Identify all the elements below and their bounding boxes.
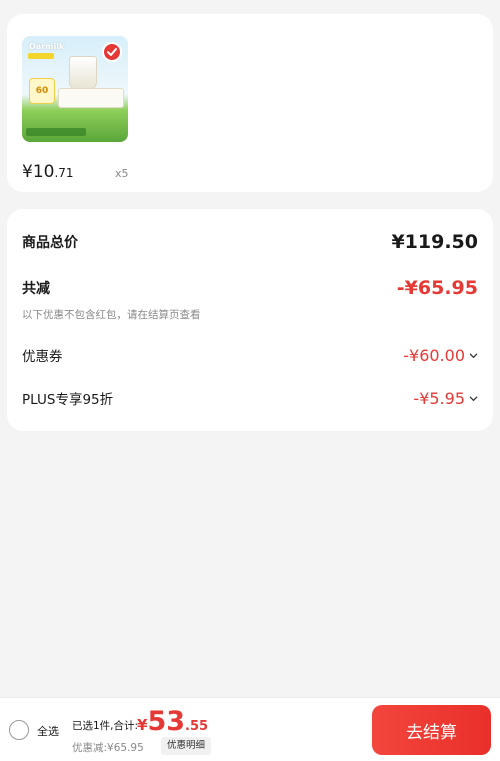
product-image-strip xyxy=(26,128,86,136)
product-image[interactable]: Oarmilk 60 xyxy=(22,36,128,142)
plus-discount-row[interactable]: PLUS专享95折 -¥5.95 xyxy=(22,388,478,408)
product-unit-price: ¥10.71 xyxy=(22,162,74,182)
coupon-value: -¥60.00 xyxy=(403,345,465,365)
chevron-down-icon[interactable] xyxy=(469,351,478,360)
product-card: Oarmilk 60 ¥10.71 x5 xyxy=(7,14,493,192)
checkout-bar: 全选 已选1件,合计: ¥ 53 .55 优惠减:¥65.95 优惠明细 去结算 xyxy=(0,697,500,761)
product-cup-graphic xyxy=(69,56,97,90)
goods-total-value: ¥119.50 xyxy=(391,231,478,253)
plus-discount-label: PLUS专享95折 xyxy=(22,392,114,408)
total-discount-value: -¥65.95 xyxy=(396,277,478,299)
product-box-graphic xyxy=(58,88,124,108)
selected-count-info: 已选1件,合计: xyxy=(72,720,139,732)
price-summary-card: 商品总价 ¥119.50 共减 -¥65.95 以下优惠不包含红包，请在结算页查… xyxy=(7,209,493,431)
checkout-button[interactable]: 去结算 xyxy=(372,705,491,755)
product-price-int: ¥10 xyxy=(22,162,55,182)
total-discount-row: 共减 -¥65.95 xyxy=(22,277,478,299)
total-amount-dec: .55 xyxy=(185,719,209,734)
chevron-down-icon[interactable] xyxy=(469,394,478,403)
plus-discount-value: -¥5.95 xyxy=(413,388,465,408)
product-price-dec: .71 xyxy=(54,166,74,180)
selected-check-icon[interactable] xyxy=(102,42,122,62)
total-amount-int: 53 xyxy=(147,706,186,737)
total-currency-symbol: ¥ xyxy=(137,716,148,734)
coupon-row[interactable]: 优惠券 -¥60.00 xyxy=(22,345,478,365)
total-discount-label: 共减 xyxy=(22,281,50,297)
plus-value-wrap[interactable]: -¥5.95 xyxy=(413,389,478,408)
discount-detail-button[interactable]: 优惠明细 xyxy=(161,737,212,755)
product-image-badge: 60 xyxy=(29,78,55,104)
select-all-radio[interactable] xyxy=(9,720,29,740)
product-image-tag xyxy=(28,53,54,59)
discount-note: 以下优惠不包含红包，请在结算页查看 xyxy=(22,309,201,321)
select-all-label[interactable]: 全选 xyxy=(37,723,59,739)
coupon-value-wrap[interactable]: -¥60.00 xyxy=(403,346,478,365)
coupon-label: 优惠券 xyxy=(22,349,63,365)
goods-total-label: 商品总价 xyxy=(22,235,78,251)
saved-amount: 优惠减:¥65.95 xyxy=(72,742,144,754)
goods-total-row: 商品总价 ¥119.50 xyxy=(22,231,478,253)
product-image-brand: Oarmilk xyxy=(29,42,65,51)
product-quantity: x5 xyxy=(115,167,129,180)
total-amount: ¥ 53 .55 xyxy=(137,706,208,737)
